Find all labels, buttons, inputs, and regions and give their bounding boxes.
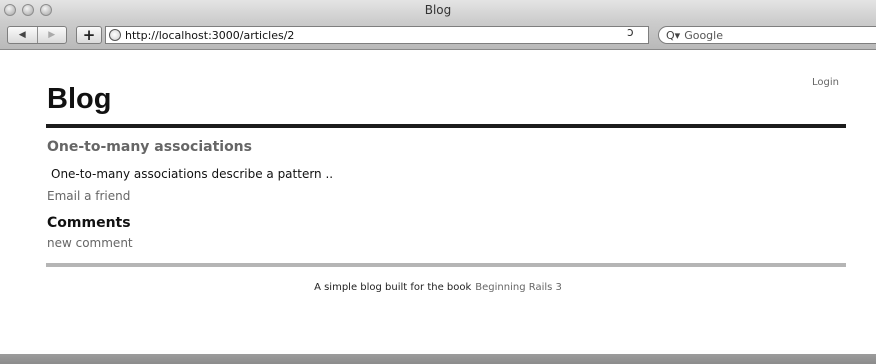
search-icon[interactable]: Q▾ [666, 29, 680, 42]
search-field[interactable]: Q▾ Google [658, 26, 876, 44]
back-arrow-icon: ◀ [18, 30, 26, 40]
page-content: Login Blog One-to-many associations One-… [0, 50, 876, 354]
comments-heading: Comments [47, 215, 131, 231]
search-placeholder: Google [684, 28, 723, 42]
status-bar [0, 354, 876, 364]
address-bar[interactable]: http://localhost:3000/articles/2 [105, 26, 649, 44]
email-friend-link[interactable]: Email a friend [47, 189, 130, 203]
new-comment-link[interactable]: new comment [47, 236, 133, 250]
book-link[interactable]: Beginning Rails 3 [475, 282, 562, 293]
back-button[interactable]: ◀ [8, 27, 37, 43]
add-bookmark-button[interactable]: + [76, 26, 102, 44]
browser-toolbar: ◀ ▶ + http://localhost:3000/articles/2 ↄ… [0, 21, 876, 50]
site-title: Blog [47, 83, 112, 115]
forward-arrow-icon: ▶ [48, 30, 56, 40]
globe-icon [109, 29, 121, 41]
article-title[interactable]: One-to-many associations [47, 139, 252, 155]
url-text[interactable]: http://localhost:3000/articles/2 [125, 29, 294, 42]
footer-text: A simple blog built for the book [314, 282, 472, 293]
login-link[interactable]: Login [812, 77, 839, 88]
reload-icon[interactable]: ↄ [627, 25, 634, 39]
footer: A simple blog built for the book Beginnin… [0, 282, 876, 293]
navigation-buttons: ◀ ▶ [7, 26, 67, 44]
window-titlebar: Blog [0, 0, 876, 21]
header-divider [46, 124, 846, 128]
plus-icon: + [82, 26, 96, 44]
article-body: One-to-many associations describe a patt… [51, 167, 334, 181]
forward-button[interactable]: ▶ [36, 27, 67, 43]
footer-divider [46, 263, 846, 267]
window-title: Blog [424, 3, 452, 17]
